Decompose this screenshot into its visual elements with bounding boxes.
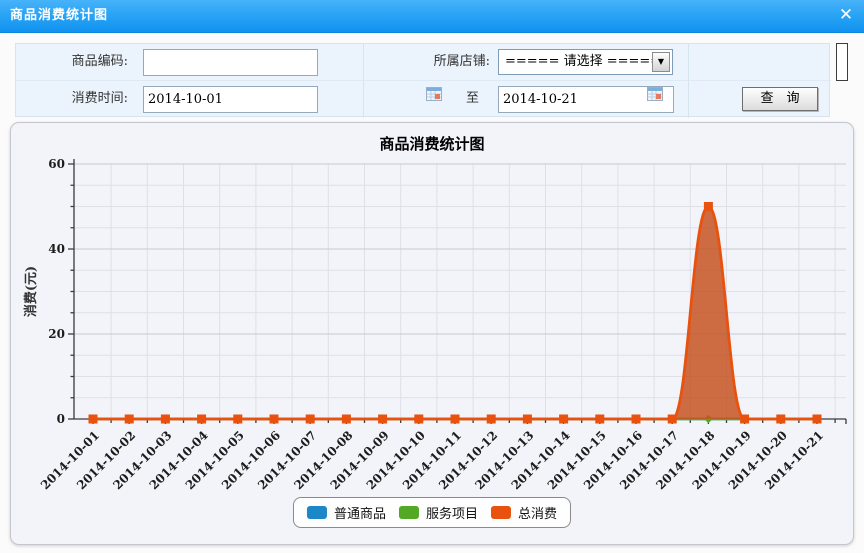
empty-cell (689, 44, 831, 81)
legend-swatch (399, 506, 419, 519)
date-from-input[interactable] (143, 86, 318, 113)
side-strip (836, 43, 848, 81)
shop-select-value: ===== 请选择 ===== (505, 50, 661, 74)
product-consumption-dialog: 商品消费统计图 ✕ 商品编码: 所属店铺: ===== 请选择 ===== ▼ … (0, 0, 864, 553)
legend-label: 总消费 (518, 503, 557, 522)
chart-panel: 02040602014-10-012014-10-022014-10-03201… (10, 122, 854, 545)
svg-text:0: 0 (57, 412, 65, 426)
close-icon[interactable]: ✕ (835, 4, 857, 26)
svg-text:60: 60 (48, 157, 65, 171)
legend-item-total-consumption: 总消费 (491, 503, 557, 522)
shop-cell: ===== 请选择 ===== ▼ (493, 44, 689, 81)
legend-swatch (491, 506, 511, 519)
calendar-icon[interactable] (647, 87, 663, 101)
chart-title: 商品消费统计图 (379, 135, 484, 153)
search-form: 商品编码: 所属店铺: ===== 请选择 ===== ▼ 消费时间: 至 (15, 43, 830, 117)
legend-swatch (307, 506, 327, 519)
legend-item-service-items: 服务项目 (399, 503, 478, 522)
date-to-cell (493, 81, 689, 118)
shop-label: 所属店铺: (364, 44, 493, 81)
y-axis-title: 消费(元) (23, 266, 39, 317)
to-label: 至 (364, 81, 493, 118)
chevron-down-icon[interactable]: ▼ (652, 52, 670, 72)
chart-legend: 普通商品 服务项目 总消费 (293, 497, 571, 528)
svg-text:20: 20 (48, 327, 65, 341)
button-cell: 查 询 (689, 81, 831, 118)
shop-select[interactable]: ===== 请选择 ===== ▼ (498, 49, 673, 75)
svg-text:40: 40 (48, 242, 65, 256)
date-from-cell (131, 81, 364, 118)
product-code-label: 商品编码: (16, 44, 131, 81)
dialog-title: 商品消费统计图 (10, 0, 108, 31)
legend-item-regular-goods: 普通商品 (307, 503, 386, 522)
product-code-input[interactable] (143, 49, 318, 76)
product-code-cell (131, 44, 364, 81)
legend-label: 普通商品 (334, 503, 386, 522)
legend-label: 服务项目 (426, 503, 478, 522)
consumption-chart: 02040602014-10-012014-10-022014-10-03201… (11, 123, 853, 542)
search-button[interactable]: 查 询 (742, 87, 818, 111)
consume-time-label: 消费时间: (16, 81, 131, 118)
dialog-titlebar: 商品消费统计图 ✕ (0, 0, 864, 33)
